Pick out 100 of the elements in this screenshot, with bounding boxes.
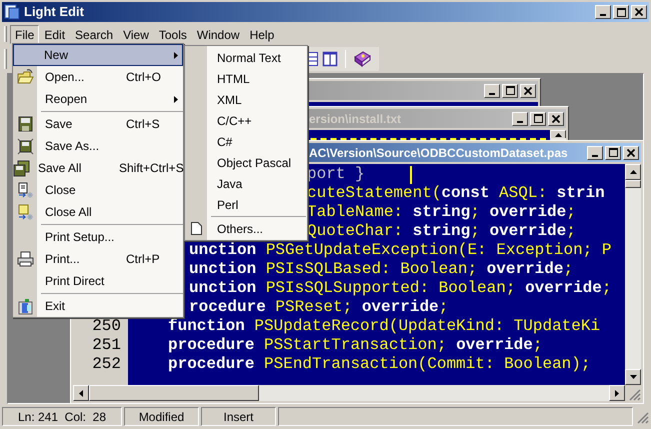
code-line: cuteStatement(const ASQL: strin — [307, 184, 605, 202]
menu-item[interactable]: HTML — [207, 68, 307, 89]
folder-icon — [16, 68, 34, 86]
scroll-up-button[interactable] — [625, 164, 641, 180]
scroll-down-button[interactable] — [625, 369, 641, 385]
close-button[interactable] — [548, 112, 564, 126]
menu-item[interactable]: Save All Shift+Ctrl+S — [30, 157, 189, 179]
menu-item[interactable]: Normal Text — [207, 47, 307, 68]
menu-item[interactable]: Open... Ctrl+O — [37, 66, 183, 88]
code-line: procedure PSStartTransaction; override; — [168, 336, 542, 354]
minimize-icon — [592, 154, 598, 156]
window-title: Light Edit — [24, 3, 84, 22]
floppy-disk-icon — [16, 138, 34, 154]
menu-item[interactable]: XML — [207, 89, 307, 110]
menu-item[interactable]: Save Ctrl+S — [37, 113, 183, 135]
menu-item[interactable]: Help — [244, 24, 280, 44]
down-arrow-icon — [630, 375, 636, 379]
maximize-icon — [506, 86, 514, 95]
code-line: procedure PSEndTransaction(Commit: Boolean); — [168, 355, 590, 373]
maximize-icon — [616, 8, 626, 16]
minimize-button[interactable] — [484, 84, 500, 98]
menu-item[interactable]: Java — [207, 173, 307, 194]
menu-item[interactable]: Print... Ctrl+P — [37, 248, 183, 270]
minimize-icon — [600, 14, 606, 16]
minimize-icon — [517, 120, 523, 122]
maximize-icon — [608, 148, 618, 157]
menu-item[interactable]: Perl — [207, 194, 307, 215]
left-arrow-icon — [79, 390, 83, 396]
menu-item[interactable]: C/C++ — [207, 110, 307, 131]
code-line: unction PSIsSQLSupported: Boolean; override; — [189, 279, 612, 297]
status-panel: Modified — [124, 407, 199, 426]
menu-item[interactable]: Window — [192, 24, 245, 44]
menu-item[interactable]: New — [13, 44, 183, 66]
code-line: unction PSGetUpdateException(E: Exception; P — [189, 241, 612, 259]
submenu-arrow-icon — [174, 52, 178, 58]
app-icon — [4, 4, 20, 20]
help-book-icon[interactable] — [353, 50, 371, 66]
scroll-thumb[interactable] — [89, 385, 259, 401]
minimize-button[interactable] — [587, 146, 603, 160]
menu-item[interactable]: View — [118, 24, 154, 44]
close-icon — [552, 114, 560, 122]
line-number: 250 — [92, 317, 121, 335]
scroll-up-button[interactable] — [550, 130, 566, 138]
page-icon — [190, 222, 202, 235]
code-line: function PSUpdateRecord(UpdateKind: TUpdateKi — [168, 317, 600, 335]
up-arrow-icon — [630, 170, 636, 174]
menu-item[interactable]: Reopen — [37, 88, 183, 110]
menu-item[interactable]: Close — [37, 179, 183, 201]
menu-item[interactable]: Close All — [37, 201, 183, 223]
menu-item[interactable]: Tools — [154, 24, 192, 44]
close-icon — [635, 8, 643, 16]
menu-item[interactable]: Edit — [39, 24, 70, 44]
menu-item[interactable]: Print Setup... — [37, 226, 183, 248]
close-button[interactable] — [631, 5, 647, 19]
menu-item[interactable]: Save As... — [37, 135, 183, 157]
document-title: AC\Version\Source\ODBCCustomDataset.pas — [309, 144, 568, 162]
menu-item[interactable]: Search — [70, 24, 118, 44]
toolbar-grip[interactable] — [4, 48, 7, 68]
menubar-grip[interactable] — [4, 26, 7, 42]
menu-item[interactable]: Object Pascal — [207, 152, 307, 173]
menu-item[interactable]: Print Direct — [37, 270, 183, 292]
document-close-icon — [16, 182, 34, 198]
size-grip-icon[interactable] — [635, 410, 649, 424]
close-button[interactable] — [520, 84, 536, 98]
submenu-arrow-icon — [174, 96, 178, 102]
close-icon — [627, 148, 635, 156]
exit-door-icon — [16, 298, 34, 314]
printer-icon — [16, 250, 34, 268]
code-line: TableName: string; override; — [307, 203, 576, 221]
maximize-button[interactable] — [502, 84, 518, 98]
minimize-button[interactable] — [512, 112, 528, 126]
status-panel: Ln: 241 Col: 28 — [2, 407, 122, 426]
maximize-button[interactable] — [530, 112, 546, 126]
line-number: 252 — [92, 355, 121, 373]
scroll-thumb[interactable] — [625, 180, 641, 188]
columns-icon[interactable] — [322, 50, 338, 66]
text-cursor — [410, 166, 412, 184]
code-line: rocedure PSReset; override; — [189, 298, 448, 316]
menu-item[interactable]: Others... — [207, 218, 307, 239]
menu-item[interactable]: Exit — [37, 295, 183, 317]
code-line: unction PSIsSQLBased: Boolean; override; — [189, 260, 574, 278]
maximize-button[interactable] — [613, 5, 629, 19]
minimize-icon — [489, 92, 495, 94]
vertical-scrollbar[interactable] — [625, 164, 641, 385]
right-arrow-icon — [615, 390, 619, 396]
floppy-disks-icon — [13, 160, 30, 176]
folder-close-icon — [16, 204, 34, 220]
document-title: ersion\install.txt — [309, 110, 402, 128]
menu-item[interactable]: C# — [207, 131, 307, 152]
horizontal-scrollbar[interactable] — [73, 385, 625, 401]
code-line: QuoteChar: string; override; — [307, 222, 576, 240]
line-number: 251 — [92, 336, 121, 354]
close-icon — [524, 86, 532, 94]
close-button[interactable] — [623, 146, 639, 160]
scroll-left-button[interactable] — [73, 385, 89, 401]
status-panel: Insert — [201, 407, 276, 426]
maximize-button[interactable] — [605, 146, 621, 160]
minimize-button[interactable] — [595, 5, 611, 19]
scroll-right-button[interactable] — [609, 385, 625, 401]
maximize-icon — [534, 114, 542, 123]
